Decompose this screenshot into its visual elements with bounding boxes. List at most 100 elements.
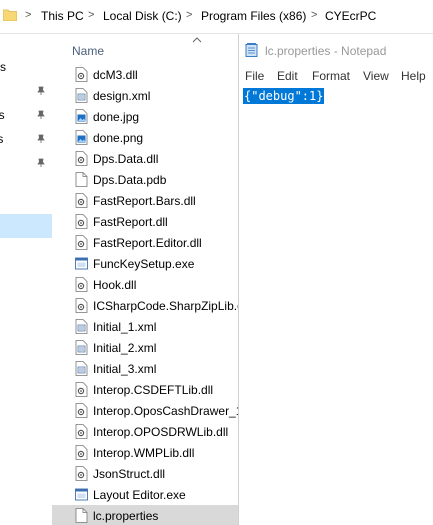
dll-file-icon bbox=[75, 67, 88, 82]
menu-file[interactable]: File bbox=[245, 69, 264, 83]
dll-file-icon bbox=[75, 214, 88, 229]
xml-file-icon bbox=[75, 88, 88, 103]
file-row[interactable]: Interop.WMPLib.dll bbox=[52, 442, 238, 463]
dll-file-icon bbox=[75, 151, 88, 166]
pin-icon bbox=[37, 86, 45, 95]
dll-file-icon bbox=[75, 403, 88, 418]
file-name: Interop.OposCashDrawer_1_ bbox=[93, 404, 238, 418]
properties-file-icon bbox=[75, 508, 88, 523]
file-row[interactable]: Interop.OPOSDRWLib.dll bbox=[52, 421, 238, 442]
file-name: lc.properties bbox=[93, 509, 159, 523]
exe-file-icon bbox=[75, 488, 88, 501]
file-row[interactable]: JsonStruct.dll bbox=[52, 463, 238, 484]
file-name: Dps.Data.pdb bbox=[93, 173, 167, 187]
dll-file-icon bbox=[75, 193, 88, 208]
file-row[interactable]: FastReport.Editor.dll bbox=[52, 232, 238, 253]
file-row[interactable]: FastReport.dll bbox=[52, 211, 238, 232]
dll-file-icon bbox=[75, 277, 88, 292]
navigation-pane: ss ls ts bbox=[0, 34, 52, 525]
file-name: JsonStruct.dll bbox=[93, 467, 166, 481]
pin-icon bbox=[37, 134, 45, 143]
xml-file-icon bbox=[75, 340, 88, 355]
file-row[interactable]: Layout Editor.exe bbox=[52, 484, 238, 505]
file-row[interactable]: Initial_2.xml bbox=[52, 337, 238, 358]
file-row[interactable]: Initial_1.xml bbox=[52, 316, 238, 337]
file-row[interactable]: FastReport.Bars.dll bbox=[52, 190, 238, 211]
dll-file-icon bbox=[75, 298, 88, 313]
notepad-title: lc.properties - Notepad bbox=[265, 44, 387, 58]
notepad-menu-bar: File Edit Format View Help bbox=[239, 66, 433, 86]
breadcrumb-separator: > bbox=[311, 9, 318, 21]
file-name: Hook.dll bbox=[93, 278, 137, 292]
selected-text[interactable]: {"debug":1} bbox=[243, 88, 325, 104]
breadcrumb-local-disk[interactable]: Local Disk (C:) bbox=[103, 9, 182, 23]
file-name: done.png bbox=[93, 131, 144, 145]
file-name: Interop.WMPLib.dll bbox=[93, 446, 195, 460]
breadcrumb-program-files[interactable]: Program Files (x86) bbox=[201, 9, 306, 23]
image-file-icon bbox=[75, 130, 88, 145]
breadcrumb-this-pc[interactable]: This PC bbox=[41, 9, 84, 23]
file-name: FastReport.Bars.dll bbox=[93, 194, 196, 208]
breadcrumb-separator: > bbox=[186, 9, 193, 21]
file-name: done.jpg bbox=[93, 110, 140, 124]
file-row[interactable]: Initial_3.xml bbox=[52, 358, 238, 379]
notepad-icon bbox=[245, 43, 258, 57]
file-list: Name dcM3.dll design.xml done.jpg done.png D… bbox=[52, 34, 238, 525]
file-row[interactable]: Dps.Data.dll bbox=[52, 148, 238, 169]
dll-file-icon bbox=[75, 382, 88, 397]
menu-help[interactable]: Help bbox=[401, 69, 426, 83]
breadcrumb-separator: > bbox=[88, 9, 95, 21]
file-row[interactable]: dcM3.dll bbox=[52, 64, 238, 85]
file-name: design.xml bbox=[93, 89, 151, 103]
file-row[interactable]: Interop.CSDEFTLib.dll bbox=[52, 379, 238, 400]
dll-file-icon bbox=[75, 235, 88, 250]
xml-file-icon bbox=[75, 319, 88, 334]
exe-file-icon bbox=[75, 257, 88, 270]
notepad-window: lc.properties - Notepad File Edit Format… bbox=[238, 34, 433, 525]
notepad-title-bar[interactable]: lc.properties - Notepad bbox=[239, 34, 433, 66]
sort-ascending-icon[interactable] bbox=[192, 36, 202, 44]
file-name: dcM3.dll bbox=[93, 68, 138, 82]
file-row[interactable]: done.png bbox=[52, 127, 238, 148]
file-name: Initial_1.xml bbox=[93, 320, 157, 334]
nav-selected-item[interactable] bbox=[0, 214, 52, 238]
nav-item-downloads[interactable]: ls bbox=[0, 108, 5, 122]
dll-file-icon bbox=[75, 466, 88, 481]
pin-icon bbox=[37, 158, 45, 167]
breadcrumb-separator: > bbox=[25, 9, 32, 21]
file-name: Initial_2.xml bbox=[93, 341, 157, 355]
breadcrumb-cyecrpc[interactable]: CYEcrPC bbox=[325, 9, 376, 23]
file-name: FastReport.Editor.dll bbox=[93, 236, 202, 250]
column-header-name[interactable]: Name bbox=[72, 44, 104, 58]
file-name: FuncKeySetup.exe bbox=[93, 257, 195, 271]
pin-icon bbox=[37, 110, 45, 119]
menu-view[interactable]: View bbox=[363, 69, 389, 83]
file-name: Interop.OPOSDRWLib.dll bbox=[93, 425, 229, 439]
file-name: Initial_3.xml bbox=[93, 362, 157, 376]
menu-edit[interactable]: Edit bbox=[277, 69, 298, 83]
nav-item-documents[interactable]: ts bbox=[0, 132, 3, 146]
file-row[interactable]: done.jpg bbox=[52, 106, 238, 127]
file-name: ICSharpCode.SharpZipLib.d bbox=[93, 299, 238, 313]
file-row[interactable]: lc.properties bbox=[52, 505, 238, 525]
file-row[interactable]: Hook.dll bbox=[52, 274, 238, 295]
file-row[interactable]: Interop.OposCashDrawer_1_ bbox=[52, 400, 238, 421]
dll-file-icon bbox=[75, 424, 88, 439]
image-file-icon bbox=[75, 109, 88, 124]
folder-icon bbox=[3, 9, 17, 21]
generic-file-icon bbox=[75, 172, 88, 187]
xml-file-icon bbox=[75, 361, 88, 376]
address-bar[interactable]: > This PC > Local Disk (C:) > Program Fi… bbox=[0, 0, 433, 34]
file-name: Dps.Data.dll bbox=[93, 152, 159, 166]
file-row[interactable]: FuncKeySetup.exe bbox=[52, 253, 238, 274]
notepad-text-area[interactable]: {"debug":1} bbox=[239, 86, 433, 525]
file-name: Interop.CSDEFTLib.dll bbox=[93, 383, 214, 397]
file-name: Layout Editor.exe bbox=[93, 488, 186, 502]
nav-item-quick-access[interactable]: ss bbox=[0, 60, 6, 74]
file-row[interactable]: ICSharpCode.SharpZipLib.d bbox=[52, 295, 238, 316]
file-row[interactable]: design.xml bbox=[52, 85, 238, 106]
dll-file-icon bbox=[75, 445, 88, 460]
file-name: FastReport.dll bbox=[93, 215, 168, 229]
menu-format[interactable]: Format bbox=[312, 69, 350, 83]
file-row[interactable]: Dps.Data.pdb bbox=[52, 169, 238, 190]
